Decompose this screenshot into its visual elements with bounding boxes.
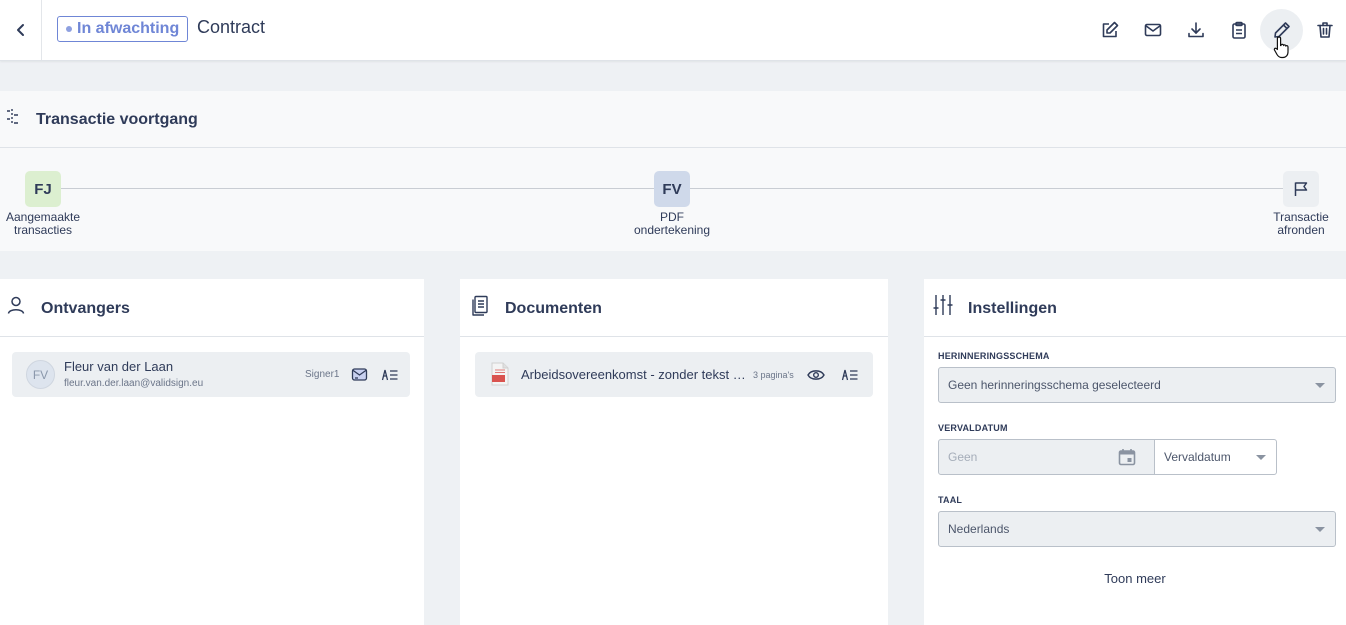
- settings-panel: Instellingen HERINNERINGSSCHEMA Geen her…: [924, 279, 1346, 625]
- sliders-icon: [933, 295, 953, 315]
- status-text: In afwachting: [77, 20, 180, 37]
- recipient-details-button[interactable]: [380, 365, 400, 385]
- step-initials: FJ: [34, 180, 52, 198]
- expiry-placeholder: Geen: [948, 450, 978, 464]
- details-list-icon: [381, 369, 398, 381]
- document-page-count: 3 pagina's: [753, 370, 794, 380]
- chevron-down-icon: [1315, 527, 1325, 532]
- details-list-icon: [841, 369, 858, 381]
- chevron-down-icon: [1256, 455, 1266, 460]
- edit-document-icon: [1102, 21, 1118, 38]
- step-initials: FV: [662, 180, 682, 198]
- flag-icon: [1294, 182, 1308, 196]
- step-pdf-signing-label: PDF ondertekening: [622, 211, 722, 237]
- language-select[interactable]: Nederlands: [938, 511, 1336, 547]
- recipients-header: Ontvangers: [0, 279, 424, 337]
- expiry-label: VERVALDATUM: [938, 423, 1008, 433]
- document-name: Arbeidsovereenkomst - zonder tekst velde…: [521, 367, 746, 382]
- toolbar: [1088, 0, 1346, 60]
- download-button[interactable]: [1174, 9, 1217, 52]
- show-more-button[interactable]: Toon meer: [924, 571, 1346, 586]
- expiry-type-select[interactable]: Vervaldatum: [1154, 439, 1277, 475]
- document-card[interactable]: Arbeidsovereenkomst - zonder tekst velde…: [475, 352, 873, 397]
- clipboard-icon: [1231, 21, 1246, 39]
- recipients-panel: Ontvangers FV Fleur van der Laan fleur.v…: [0, 279, 424, 625]
- settings-header: Instellingen: [924, 279, 1346, 337]
- language-value: Nederlands: [948, 522, 1010, 536]
- back-button[interactable]: [0, 0, 42, 60]
- expiry-date-input[interactable]: Geen: [938, 439, 1155, 475]
- step-finish: [1283, 171, 1319, 207]
- timeline-icon: [7, 109, 18, 125]
- status-badge: In afwachting: [57, 16, 189, 42]
- clipboard-button[interactable]: [1217, 9, 1260, 52]
- recipient-email: fleur.van.der.laan@validsign.eu: [64, 378, 204, 389]
- settings-title: Instellingen: [968, 300, 1057, 317]
- progress-timeline: FJ Aangemaakte transacties FV PDF ondert…: [0, 148, 1346, 251]
- mail-icon: [1144, 23, 1161, 37]
- reminder-value: Geen herinneringsschema geselecteerd: [948, 378, 1161, 392]
- step-pdf-signing: FV: [654, 171, 690, 207]
- person-icon: [7, 296, 25, 314]
- chevron-down-icon: [1315, 383, 1325, 388]
- documents-title: Documenten: [505, 300, 602, 317]
- recipient-message-button[interactable]: [350, 365, 370, 385]
- eye-icon: [807, 370, 825, 380]
- step-finish-label: Transactie afronden: [1262, 211, 1340, 237]
- step-label-line: afronden: [1277, 223, 1325, 237]
- trash-icon: [1316, 22, 1333, 38]
- recipient-role: Signer1: [305, 369, 340, 380]
- expiry-type-value: Vervaldatum: [1164, 450, 1231, 464]
- download-icon: [1187, 22, 1204, 38]
- progress-header: Transactie voortgang: [0, 91, 1346, 148]
- edit-document-button[interactable]: [1088, 9, 1131, 52]
- reminder-select[interactable]: Geen herinneringsschema geselecteerd: [938, 367, 1336, 403]
- documents-header: Documenten: [460, 279, 888, 337]
- documents-icon: [472, 295, 488, 316]
- pdf-file-icon: [491, 362, 509, 386]
- envelope-message-icon: [351, 368, 368, 381]
- send-mail-button[interactable]: [1131, 9, 1174, 52]
- calendar-icon[interactable]: [1118, 448, 1136, 466]
- recipient-card[interactable]: FV Fleur van der Laan fleur.van.der.laan…: [12, 352, 410, 397]
- delete-button[interactable]: [1303, 9, 1346, 52]
- progress-title: Transactie voortgang: [36, 111, 198, 128]
- mouse-pointer-icon: [1273, 36, 1289, 59]
- chevron-left-icon: [16, 24, 24, 36]
- language-label: TAAL: [938, 495, 963, 505]
- recipient-name: Fleur van der Laan: [64, 359, 174, 374]
- step-created: FJ: [25, 171, 61, 207]
- recipients-title: Ontvangers: [41, 300, 130, 317]
- step-created-label: Aangemaakte transacties: [0, 211, 86, 237]
- avatar: FV: [26, 360, 55, 389]
- step-label-line: transacties: [13, 223, 73, 237]
- document-details-button[interactable]: [840, 365, 860, 385]
- top-bar: In afwachting Contract: [0, 0, 1346, 61]
- preview-document-button[interactable]: [806, 365, 826, 385]
- status-dot: [66, 26, 72, 32]
- step-label-line: ondertekening: [633, 223, 711, 237]
- reminder-label: HERINNERINGSSCHEMA: [938, 351, 1050, 361]
- documents-panel: Documenten Arbeidsovereenkomst - zonder …: [460, 279, 888, 625]
- page-title: Contract: [197, 17, 266, 37]
